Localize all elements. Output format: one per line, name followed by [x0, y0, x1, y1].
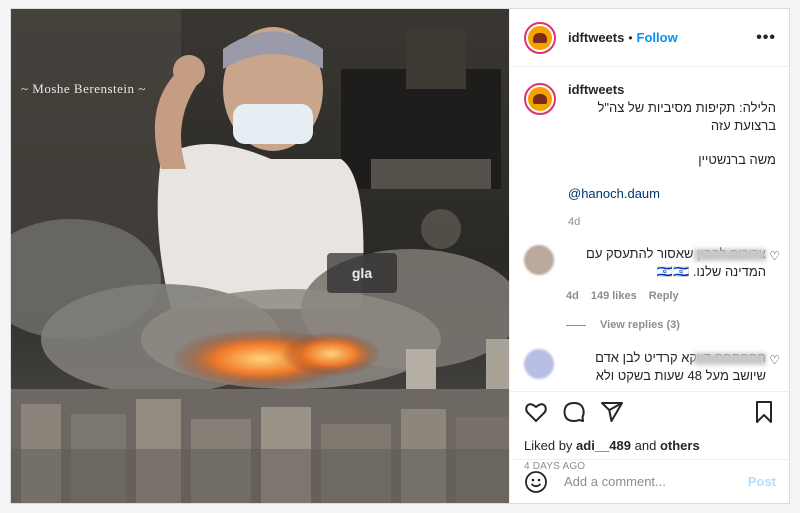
post-button[interactable]: Post: [748, 474, 776, 489]
caption-time: 4d: [568, 216, 581, 228]
image-overlay-label: gla: [327, 253, 397, 293]
profile-avatar[interactable]: [524, 21, 556, 54]
comment-body: חחחחחח דווקא קרדיט לבן אדם שיושב מעל 48 …: [566, 349, 766, 383]
post-header: idftweets • Follow •••: [510, 9, 789, 67]
caption-avatar[interactable]: [524, 83, 556, 115]
comment-icon[interactable]: [562, 400, 586, 424]
comment-avatar[interactable]: [524, 349, 554, 379]
photo-watermark: ~ Moshe Berenstein ~: [21, 81, 146, 96]
comment-likes[interactable]: 149 likes: [591, 287, 637, 305]
caption: idftweets הלילה: תקיפות מסיביות של צה"ל …: [510, 67, 789, 231]
replies-line: [566, 324, 586, 326]
comment-item: צריכים להבין שאסור להתעסק עם המדינה שלנו…: [510, 245, 789, 305]
heart-icon[interactable]: ♡: [769, 353, 780, 367]
add-comment-bar: Post: [510, 459, 789, 503]
view-replies-label[interactable]: View replies (3): [600, 319, 680, 331]
post-card: ~ Moshe Berenstein ~ gla idftweets • Fol…: [10, 8, 790, 504]
comments-scroll[interactable]: idftweets הלילה: תקיפות מסיביות של צה"ל …: [510, 67, 789, 383]
caption-text: הלילה: תקיפות מסיביות של צה"ל ברצועת עזה: [597, 100, 776, 133]
header-username[interactable]: idftweets: [568, 30, 624, 45]
liked-others[interactable]: others: [660, 438, 700, 453]
follow-button[interactable]: Follow: [637, 30, 678, 45]
post-sidebar: idftweets • Follow ••• idftweets הלילה: …: [509, 9, 789, 503]
liked-by: Liked by adi__489 and others: [524, 438, 776, 453]
ellipsis-icon[interactable]: •••: [756, 29, 776, 47]
emoji-icon[interactable]: [524, 470, 548, 494]
comment-input[interactable]: [562, 473, 748, 490]
caption-username[interactable]: idftweets: [568, 82, 624, 97]
caption-credit: משה ברנשטיין: [698, 152, 776, 167]
commenter-name-blurred[interactable]: [694, 248, 766, 261]
post-image[interactable]: ~ Moshe Berenstein ~ gla: [11, 9, 509, 503]
liked-user[interactable]: adi__489: [576, 438, 631, 453]
comment-time: 4d: [566, 290, 579, 302]
like-heart-icon[interactable]: [524, 400, 548, 424]
liked-and: and: [634, 438, 657, 453]
comment-item: חחחחחח דווקא קרדיט לבן אדם שיושב מעל 48 …: [510, 349, 789, 383]
caption-body: idftweets הלילה: תקיפות מסיביות של צה"ל …: [568, 81, 776, 231]
view-replies[interactable]: View replies (3): [510, 319, 789, 331]
logo-icon: [528, 87, 552, 111]
liked-prefix: Liked by: [524, 438, 573, 453]
save-bookmark-icon[interactable]: [752, 400, 776, 424]
mention-link[interactable]: @hanoch.daum: [568, 185, 776, 203]
separator-dot: •: [628, 30, 633, 45]
action-icons: [524, 400, 776, 424]
logo-icon: [528, 25, 552, 50]
comment-meta: 4d 149 likes Reply: [566, 287, 766, 305]
commenter-name-blurred[interactable]: [694, 352, 766, 365]
comment-avatar[interactable]: [524, 245, 554, 275]
reply-button[interactable]: Reply: [649, 287, 679, 305]
share-icon[interactable]: [600, 400, 624, 424]
comment-body: צריכים להבין שאסור להתעסק עם המדינה שלנו…: [566, 245, 766, 305]
heart-icon[interactable]: ♡: [769, 249, 780, 263]
